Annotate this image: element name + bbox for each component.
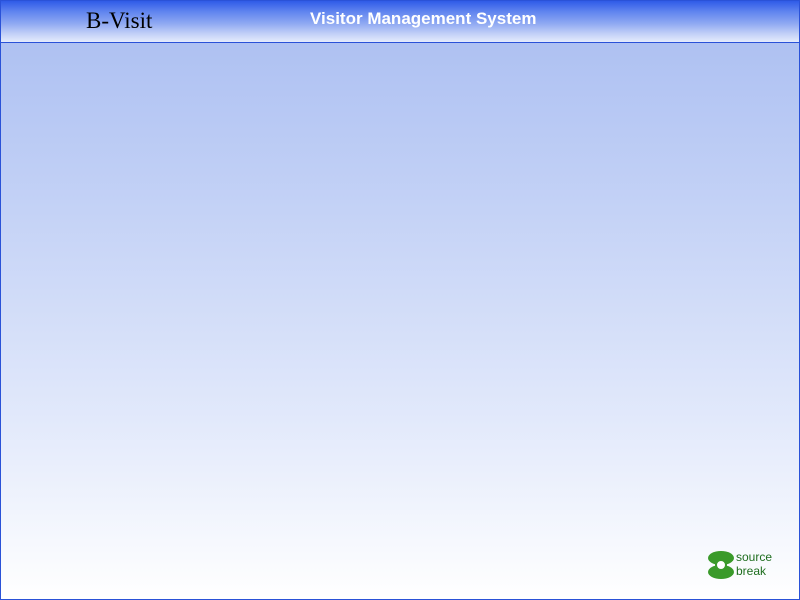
logo-word-source: source (736, 550, 773, 564)
page-title: Visitor Management System (310, 9, 537, 28)
header-bar: B-Visit Visitor Management System (1, 1, 799, 43)
app-window: B-Visit Visitor Management System source… (0, 0, 800, 600)
main-content-area (1, 43, 799, 599)
sourcebreak-logo-icon (708, 551, 734, 579)
logo-word-break: break (736, 564, 767, 578)
brand-name: B-Visit (86, 8, 153, 33)
sourcebreak-logo: source break (707, 549, 779, 581)
